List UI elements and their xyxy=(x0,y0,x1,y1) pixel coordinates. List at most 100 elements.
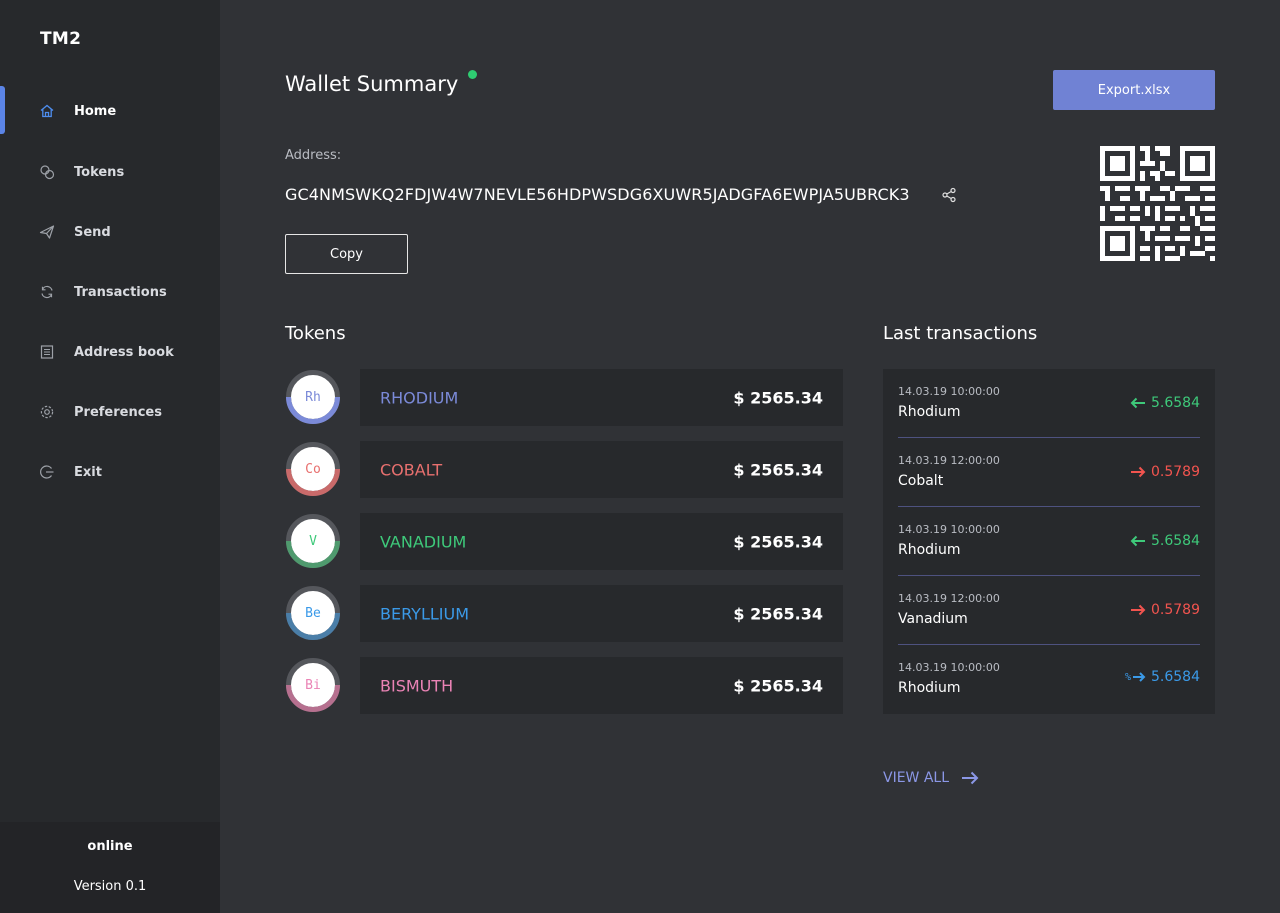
export-button[interactable]: Export.xlsx xyxy=(1053,70,1215,110)
qr-code-image xyxy=(1100,146,1215,261)
sidebar-item-label: Home xyxy=(74,103,117,119)
incoming-arrow-icon xyxy=(1130,535,1145,547)
token-card-vanadium[interactable]: VANADIUM $ 2565.34 xyxy=(360,513,843,570)
token-symbol-wrap: Co xyxy=(285,441,341,497)
sidebar-item-label: Transactions xyxy=(74,284,167,300)
app-version: Version 0.1 xyxy=(73,879,147,894)
sidebar-item-tokens[interactable]: Tokens xyxy=(0,147,220,197)
transaction-amount-wrap: 0.5789 xyxy=(1130,602,1200,618)
tokens-icon xyxy=(39,164,55,180)
address-label: Address: xyxy=(285,148,342,163)
arrow-right-icon xyxy=(962,771,979,785)
token-row: Be BERYLLIUM $ 2565.34 xyxy=(285,585,843,643)
token-row: Co COBALT $ 2565.34 xyxy=(285,441,843,499)
transaction-amount-wrap: 0.5789 xyxy=(1130,464,1200,480)
token-balance: $ 2565.34 xyxy=(733,604,823,623)
token-name: VANADIUM xyxy=(380,532,467,551)
transaction-item[interactable]: 14.03.19 12:00:00 Vanadium 0.5789 xyxy=(898,576,1200,645)
sidebar-item-exit[interactable]: Exit xyxy=(0,447,220,497)
outgoing-arrow-icon xyxy=(1131,466,1146,478)
transaction-item[interactable]: 14.03.19 10:00:00 Rhodium 5.6584 xyxy=(898,507,1200,576)
sidebar-item-label: Exit xyxy=(74,464,102,480)
token-name: RHODIUM xyxy=(380,388,459,407)
sidebar-item-address-book[interactable]: Address book xyxy=(0,327,220,377)
transaction-amount: 5.6584 xyxy=(1151,533,1200,549)
send-icon xyxy=(39,224,55,240)
sidebar-item-send[interactable]: Send xyxy=(0,207,220,257)
incoming-arrow-icon xyxy=(1130,397,1145,409)
sidebar-item-home[interactable]: Home xyxy=(0,86,220,136)
transaction-token: Vanadium xyxy=(898,611,968,627)
token-card-rhodium[interactable]: RHODIUM $ 2565.34 xyxy=(360,369,843,426)
token-symbol-wrap: V xyxy=(285,513,341,569)
token-symbol: V xyxy=(309,533,317,549)
wallet-address: GC4NMSWKQ2FDJW4W7NEVLE56HDPWSDG6XUWR5JAD… xyxy=(285,185,910,204)
token-row: Bi BISMUTH $ 2565.34 xyxy=(285,657,843,715)
token-symbol: Bi xyxy=(305,677,321,693)
transaction-amount-wrap: % 5.6584 xyxy=(1125,669,1200,685)
transaction-item[interactable]: 14.03.19 10:00:00 Rhodium % 5.6584 xyxy=(898,645,1200,714)
token-balance: $ 2565.34 xyxy=(733,460,823,479)
token-symbol-wrap: Be xyxy=(285,585,341,641)
transaction-token: Rhodium xyxy=(898,680,961,696)
transaction-date: 14.03.19 12:00:00 xyxy=(898,592,1000,605)
token-symbol: Co xyxy=(305,461,321,477)
transaction-amount: 5.6584 xyxy=(1151,395,1200,411)
token-card-bismuth[interactable]: BISMUTH $ 2565.34 xyxy=(360,657,843,714)
token-name: COBALT xyxy=(380,460,443,479)
sidebar-item-transactions[interactable]: Transactions xyxy=(0,267,220,317)
share-icon[interactable] xyxy=(941,187,957,203)
transaction-date: 14.03.19 10:00:00 xyxy=(898,661,1000,674)
home-icon xyxy=(39,103,55,119)
transaction-token: Cobalt xyxy=(898,473,944,489)
exchange-arrow-icon xyxy=(1133,672,1146,682)
exit-icon xyxy=(39,464,55,480)
token-balance: $ 2565.34 xyxy=(733,532,823,551)
transaction-date: 14.03.19 12:00:00 xyxy=(898,454,1000,467)
transaction-amount: 0.5789 xyxy=(1151,464,1200,480)
online-status-dot xyxy=(468,70,477,79)
connection-status: online xyxy=(87,839,133,854)
transactions-section-title: Last transactions xyxy=(883,323,1038,344)
app-logo: TM2 xyxy=(40,29,82,49)
exchange-icon: % xyxy=(1125,671,1146,683)
sidebar-footer: online Version 0.1 xyxy=(0,822,220,913)
transaction-token: Rhodium xyxy=(898,542,961,558)
transaction-item[interactable]: 14.03.19 10:00:00 Rhodium 5.6584 xyxy=(898,369,1200,438)
token-symbol: Be xyxy=(305,605,321,621)
outgoing-arrow-icon xyxy=(1131,604,1146,616)
sidebar: TM2 Home Tokens Send Transactions Addres… xyxy=(0,0,220,913)
token-symbol-wrap: Rh xyxy=(285,369,341,425)
view-all-label: VIEW ALL xyxy=(883,770,950,786)
token-symbol: Rh xyxy=(305,389,321,405)
page-title: Wallet Summary xyxy=(285,72,459,96)
token-row: V VANADIUM $ 2565.34 xyxy=(285,513,843,571)
gear-icon xyxy=(39,404,55,420)
transaction-item[interactable]: 14.03.19 12:00:00 Cobalt 0.5789 xyxy=(898,438,1200,507)
token-balance: $ 2565.34 xyxy=(733,676,823,695)
token-name: BISMUTH xyxy=(380,676,454,695)
sidebar-item-label: Send xyxy=(74,224,111,240)
token-name: BERYLLIUM xyxy=(380,604,470,623)
tokens-section-title: Tokens xyxy=(285,323,346,344)
token-card-cobalt[interactable]: COBALT $ 2565.34 xyxy=(360,441,843,498)
sidebar-item-label: Address book xyxy=(74,344,174,360)
transaction-amount: 0.5789 xyxy=(1151,602,1200,618)
transaction-amount-wrap: 5.6584 xyxy=(1130,395,1200,411)
token-symbol-wrap: Bi xyxy=(285,657,341,713)
view-all-link[interactable]: VIEW ALL xyxy=(883,770,979,786)
token-balance: $ 2565.34 xyxy=(733,388,823,407)
copy-button[interactable]: Copy xyxy=(285,234,408,274)
transaction-token: Rhodium xyxy=(898,404,961,420)
sidebar-item-label: Tokens xyxy=(74,164,125,180)
exchange-prefix: % xyxy=(1124,671,1131,683)
sidebar-item-preferences[interactable]: Preferences xyxy=(0,387,220,437)
transactions-icon xyxy=(39,284,55,300)
transactions-panel: 14.03.19 10:00:00 Rhodium 5.6584 14.03.1… xyxy=(883,369,1215,714)
transaction-amount-wrap: 5.6584 xyxy=(1130,533,1200,549)
token-row: Rh RHODIUM $ 2565.34 xyxy=(285,369,843,427)
transaction-amount: 5.6584 xyxy=(1151,669,1200,685)
token-card-beryllium[interactable]: BERYLLIUM $ 2565.34 xyxy=(360,585,843,642)
transaction-date: 14.03.19 10:00:00 xyxy=(898,385,1000,398)
address-book-icon xyxy=(39,344,55,360)
